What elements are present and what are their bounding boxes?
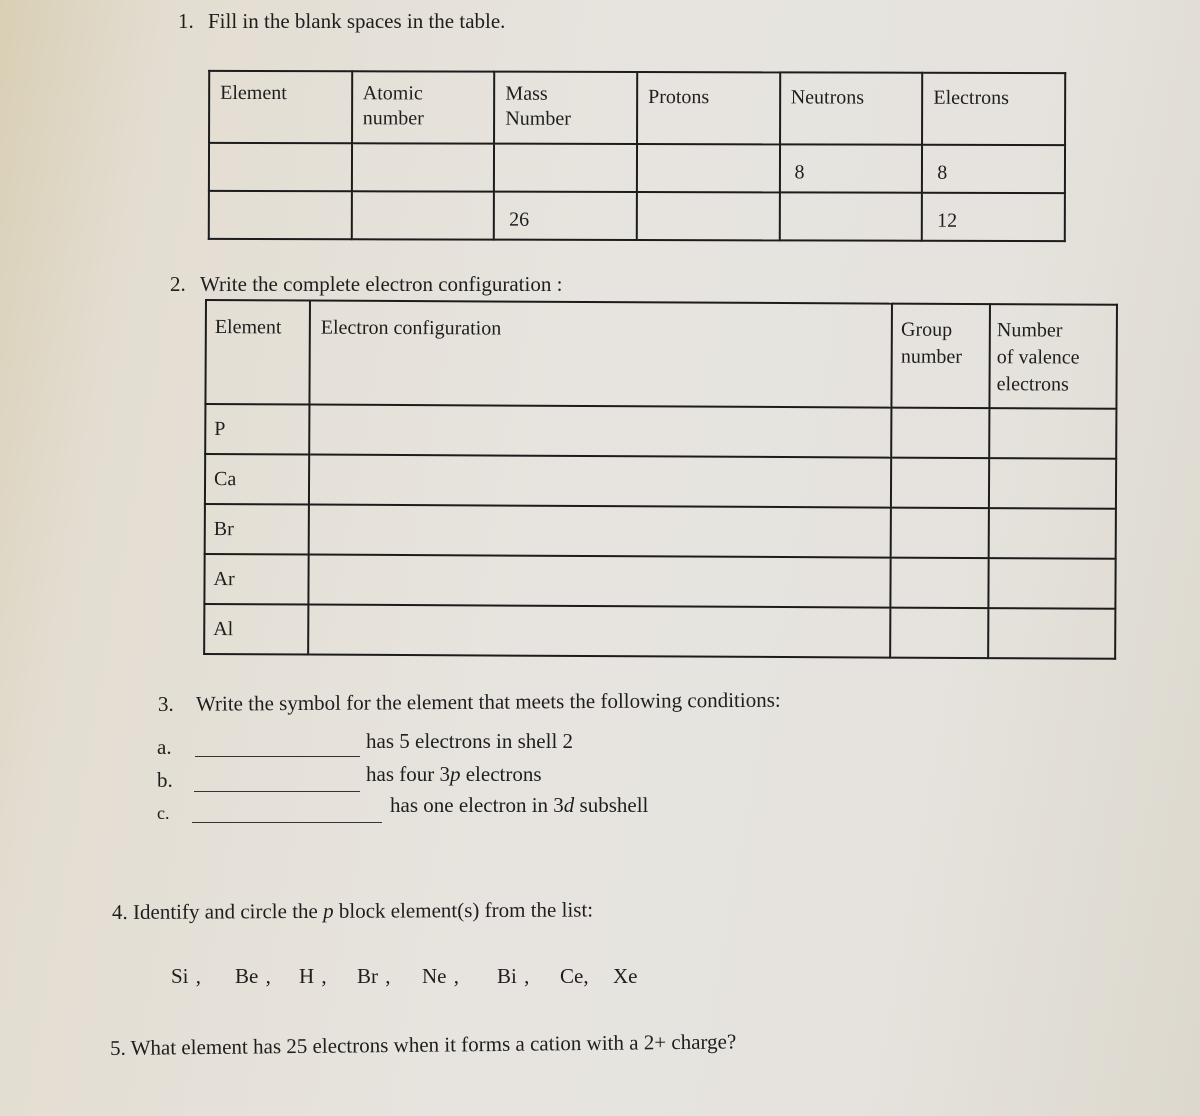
- table-row: Al: [204, 604, 1116, 659]
- cell-electron-configuration[interactable]: [309, 404, 892, 458]
- cell-group-number[interactable]: [890, 607, 989, 659]
- header-atomic-number: Atomic number: [351, 71, 495, 144]
- cell-element: Al: [204, 604, 309, 655]
- cell-atomic-number[interactable]: [351, 191, 495, 240]
- cell-valence-electrons[interactable]: [989, 458, 1117, 509]
- cell-neutrons[interactable]: [779, 192, 923, 241]
- question-2-text: Write the complete electron configuratio…: [200, 272, 563, 296]
- cell-valence-electrons[interactable]: [988, 508, 1116, 559]
- question-4-text-post: block element(s) from the list:: [333, 897, 594, 923]
- element-option[interactable]: Xe: [613, 964, 638, 989]
- cell-mass-number: 26: [494, 191, 637, 240]
- header-group-number: Group number: [891, 303, 991, 409]
- table-row: 26 12: [208, 190, 1065, 242]
- element-option[interactable]: Ce,: [560, 964, 613, 989]
- condition-c-text: has one electron in 3d subshell: [390, 793, 649, 817]
- question-1-text: Fill in the blank spaces in the table.: [208, 9, 506, 33]
- cell-electrons: 8: [922, 144, 1066, 194]
- header-electrons: Electrons: [922, 72, 1066, 146]
- cell-group-number[interactable]: [890, 507, 990, 559]
- cell-electron-configuration[interactable]: [308, 504, 892, 558]
- question-2: 2. Write the complete electron configurat…: [170, 272, 562, 297]
- answer-blank-b[interactable]: [194, 790, 360, 792]
- answer-blank-c[interactable]: [192, 821, 382, 823]
- cell-electron-configuration[interactable]: [308, 604, 891, 658]
- cell-group-number[interactable]: [890, 557, 989, 609]
- element-list: Si , Be ,H , Br , Ne , Bi , Ce, Xe: [171, 964, 638, 989]
- cell-atomic-number[interactable]: [351, 143, 495, 192]
- cell-element: Ca: [204, 454, 310, 505]
- question-5: 5. What element has 25 electrons when it…: [110, 1029, 737, 1061]
- cell-group-number[interactable]: [891, 407, 990, 459]
- question-5-text: 5. What element has 25 electrons when it…: [109, 1029, 737, 1060]
- cell-protons[interactable]: [636, 191, 780, 241]
- element-option[interactable]: Be ,: [235, 964, 299, 989]
- header-valence-electrons: Number of valence electrons: [989, 304, 1117, 409]
- question-3-number: 3.: [157, 691, 174, 716]
- cell-neutrons: 8: [779, 144, 923, 193]
- cell-element: Br: [204, 504, 309, 555]
- question-3-text: Write the symbol for the element that me…: [195, 687, 781, 716]
- condition-b-text: has four 3p electrons: [366, 762, 542, 786]
- element-option[interactable]: Ne ,: [422, 964, 497, 989]
- element-option[interactable]: Bi ,: [497, 964, 560, 989]
- cell-valence-electrons[interactable]: [988, 608, 1116, 659]
- condition-c-label: c.: [157, 803, 170, 823]
- question-3: 3. Write the symbol for the element that …: [158, 688, 781, 717]
- header-element: Element: [209, 70, 352, 144]
- cell-element: Ar: [204, 554, 309, 605]
- cell-valence-electrons[interactable]: [989, 408, 1117, 459]
- element-option[interactable]: H ,: [299, 964, 357, 989]
- answer-blank-a[interactable]: [195, 755, 360, 757]
- cell-protons[interactable]: [636, 143, 780, 193]
- cell-electron-configuration[interactable]: [308, 454, 892, 508]
- question-4-text-pre: 4. Identify and circle the: [111, 898, 324, 924]
- header-electron-configuration: Electron configuration: [309, 300, 893, 408]
- question-4: 4. Identify and circle the p block eleme…: [112, 897, 593, 925]
- question-1: 1. Fill in the blank spaces in the table.: [178, 9, 505, 34]
- question-2-number: 2.: [170, 272, 186, 296]
- cell-electrons: 12: [922, 192, 1065, 242]
- header-element: Element: [205, 300, 310, 405]
- table-row: Ar: [204, 554, 1116, 609]
- header-protons: Protons: [636, 72, 780, 145]
- cell-valence-electrons[interactable]: [988, 558, 1116, 609]
- cell-element[interactable]: [208, 190, 352, 240]
- table-header-row: Element Atomic number Mass Number Protons …: [209, 70, 1066, 146]
- header-neutrons: Neutrons: [779, 72, 923, 145]
- header-mass-number: Mass Number: [494, 71, 638, 144]
- cell-element: P: [205, 404, 310, 455]
- atomic-structure-table: Element Atomic number Mass Number Protons …: [208, 70, 1066, 242]
- table-row: Br: [204, 504, 1116, 559]
- table-row: 8 8: [208, 142, 1066, 194]
- element-option[interactable]: Br ,: [357, 964, 422, 989]
- condition-a-label: a.: [157, 735, 172, 759]
- cell-element[interactable]: [208, 142, 352, 192]
- condition-a-text: has 5 electrons in shell 2: [366, 729, 574, 753]
- question-1-number: 1.: [178, 9, 194, 33]
- table-row: P: [205, 404, 1117, 459]
- table-row: Ca: [204, 454, 1117, 509]
- condition-b-label: b.: [157, 768, 173, 792]
- element-option[interactable]: Si ,: [171, 964, 235, 989]
- table-header-row: Element Electron configuration Group numb…: [205, 300, 1117, 409]
- electron-configuration-table: Element Electron configuration Group numb…: [203, 299, 1118, 660]
- cell-group-number[interactable]: [891, 457, 990, 509]
- cell-mass-number[interactable]: [494, 143, 637, 192]
- cell-electron-configuration[interactable]: [308, 554, 891, 608]
- question-4-text-italic: p: [323, 898, 334, 923]
